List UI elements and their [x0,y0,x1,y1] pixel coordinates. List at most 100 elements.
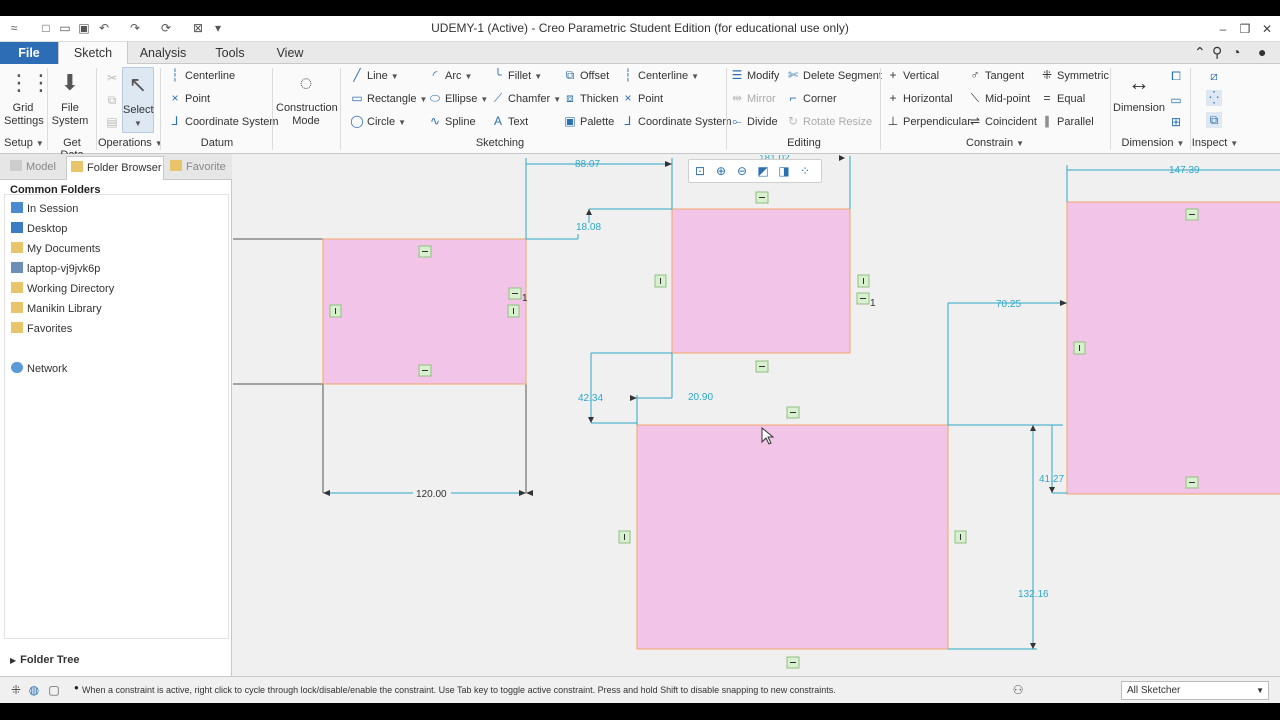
grid-toggle-icon[interactable]: ⁜ [8,682,24,698]
inspect-group-label[interactable]: Inspect ▼ [1190,137,1240,149]
corner-button[interactable]: ⌐ Corner [786,89,836,107]
folder-item-my-documents[interactable]: My Documents [11,241,100,257]
sketch-point-button[interactable]: × Point [621,89,663,107]
sketch-centerline-button[interactable]: ┆ Centerline ▼ [621,66,699,84]
overlapping-geometry-icon[interactable]: ⧄ [1206,68,1222,84]
operations-group-label[interactable]: Operations ▼ [98,137,163,149]
help-center-icon[interactable]: ● [1258,44,1266,60]
refit-icon[interactable]: ⊡ [690,161,710,181]
zoom-out-icon[interactable]: ⊖ [732,161,752,181]
highlight-open-ends-icon[interactable]: ⁛ [1206,90,1222,106]
sketch-rectangle-2[interactable] [671,208,851,354]
minimize-ribbon-icon[interactable]: ⌃ [1194,44,1206,61]
restore-icon[interactable]: ❐ [1234,19,1256,39]
sketch-rectangle-4[interactable] [1066,201,1280,495]
folder-item-manikin-library[interactable]: Manikin Library [11,301,102,317]
shade-closed-loops-icon[interactable]: ⧉ [1206,112,1222,128]
sketch-canvas[interactable]: 88.07 181.02 147.39 18.08 70.25 42.34 20… [233,155,1280,676]
perimeter-icon[interactable]: ⧠ [1168,68,1184,84]
arc-button[interactable]: ◜ Arc ▼ [428,66,473,84]
tab-analysis[interactable]: Analysis [130,42,196,64]
tab-sketch[interactable]: Sketch [58,42,128,65]
close-icon[interactable]: ✕ [1256,19,1278,39]
tab-view[interactable]: View [262,42,318,64]
symmetric-constraint-button[interactable]: ⁜ Symmetric [1040,66,1109,84]
folder-item-network[interactable]: Network [11,361,67,377]
setup-group-label[interactable]: Setup ▼ [4,137,44,149]
offset-button[interactable]: ⧉ Offset [563,66,609,84]
folder-item-in-session[interactable]: In Session [11,201,78,217]
spline-button[interactable]: ∿ Spline [428,112,476,130]
equal-constraint-button[interactable]: = Equal [1040,89,1085,107]
tangent-constraint-button[interactable]: ♂ Tangent [968,66,1025,84]
dimension-text-d7[interactable]: 20.90 [688,392,713,403]
dimension-text-d5[interactable]: 70.25 [996,299,1021,310]
tab-favorites[interactable]: Favorite [166,156,228,180]
mid-point-constraint-button[interactable]: ⟍ Mid-point [968,89,1030,107]
minimize-icon[interactable]: – [1212,19,1234,39]
select-button[interactable]: ↖ Select ▼ [122,67,154,133]
palette-button[interactable]: ▣ Palette [563,112,614,130]
datum-centerline-button[interactable]: ┆ Centerline [168,66,235,84]
dimension-button[interactable]: ↔ Dimension [1112,68,1166,115]
folder-item-favorites[interactable]: Favorites [11,321,72,337]
divide-button[interactable]: ⟜ Divide [730,112,777,130]
folder-tree-toggle[interactable]: ▶ Folder Tree [10,654,79,666]
vertical-constraint-button[interactable]: + Vertical [886,66,939,84]
selection-filter-dropdown[interactable]: All Sketcher ▼ [1121,681,1269,700]
folder-item-working-directory[interactable]: Working Directory [11,281,114,297]
grid-settings-button[interactable]: ⋮⋮ Grid Settings [4,68,52,128]
constrain-group-label[interactable]: Constrain ▼ [880,137,1110,149]
dimension-text-d9[interactable]: 41.27 [1039,474,1064,485]
text-button[interactable]: A Text [491,112,528,130]
sketch-rectangle-3[interactable] [636,424,949,650]
fillet-icon: ╰ [494,68,502,82]
dimension-text-d8[interactable]: 120.00 [416,489,447,500]
perpendicular-constraint-button[interactable]: ⊥ Perpendicular [886,112,971,130]
construction-mode-button[interactable]: ◌ Construction Mode [276,68,338,128]
help-icon[interactable]: ◔ [1232,44,1240,60]
modify-button[interactable]: ☰ Modify [730,66,780,84]
dimension-text-d1[interactable]: 88.07 [575,159,600,170]
repaint-icon[interactable]: ◩ [753,161,773,181]
folder-item-computer[interactable]: laptop-vj9jvk6p [11,261,100,277]
dimension-text-d10[interactable]: 132.16 [1018,589,1049,600]
tab-folder-browser[interactable]: Folder Browser [66,156,164,180]
parallel-constraint-button[interactable]: ∥ Parallel [1040,112,1094,130]
folder-item-desktop[interactable]: Desktop [11,221,67,237]
display-style-icon[interactable]: ◨ [774,161,794,181]
datum-point-button[interactable]: × Point [168,89,210,107]
coincident-constraint-button[interactable]: ⇌ Coincident [968,112,1037,130]
fillet-button[interactable]: ╰ Fillet ▼ [491,66,542,84]
sketcher-display-filter-icon[interactable]: ⁘ [795,161,815,181]
search-icon[interactable]: ⚲ [1212,44,1222,61]
dimension-text-d3[interactable]: 147.39 [1169,165,1200,176]
dimension-text-d6[interactable]: 42.34 [578,393,603,404]
rectangle-button[interactable]: ▭ Rectangle ▼ [350,89,427,107]
file-system-button[interactable]: ⬇ File System [50,68,90,128]
datum-coordinate-system-button[interactable]: ⅃ Coordinate System [168,112,279,130]
ellipse-button[interactable]: ⬭ Ellipse ▼ [428,89,488,107]
dimension-text-d4[interactable]: 18.08 [576,222,601,233]
tab-model[interactable]: Model [6,156,64,180]
full-screen-icon[interactable]: ▢ [46,682,62,698]
datum-group-label: Datum [200,137,234,149]
dimension-group-label[interactable]: Dimension ▼ [1110,137,1196,149]
tab-tools[interactable]: Tools [200,42,260,64]
browser-toggle-icon[interactable]: ◍ [26,682,42,698]
delete-segment-button[interactable]: ✄ Delete Segment [786,66,882,84]
baseline-icon[interactable]: ▭ [1168,92,1184,108]
tab-file[interactable]: File [0,42,58,64]
chamfer-button[interactable]: ⟋ Chamfer ▼ [491,89,561,107]
zoom-in-icon[interactable]: ⊕ [711,161,731,181]
thicken-button[interactable]: ⧈ Thicken [563,89,618,107]
sketch-coordinate-system-button[interactable]: ⅃ Coordinate System [621,112,732,130]
sketch-drawing[interactable]: 88.07 181.02 147.39 18.08 70.25 42.34 20… [233,155,1280,676]
chevron-down-icon: ▼ [1256,686,1264,695]
line-button[interactable]: ╱ Line ▼ [350,66,398,84]
sketch-rectangle-1[interactable] [322,238,527,385]
horizontal-constraint-button[interactable]: + Horizontal [886,89,952,107]
selection-filter-icon[interactable]: ⚇ [1010,682,1026,698]
reference-icon[interactable]: ⊞ [1168,114,1184,130]
circle-button[interactable]: ◯ Circle ▼ [350,112,406,130]
